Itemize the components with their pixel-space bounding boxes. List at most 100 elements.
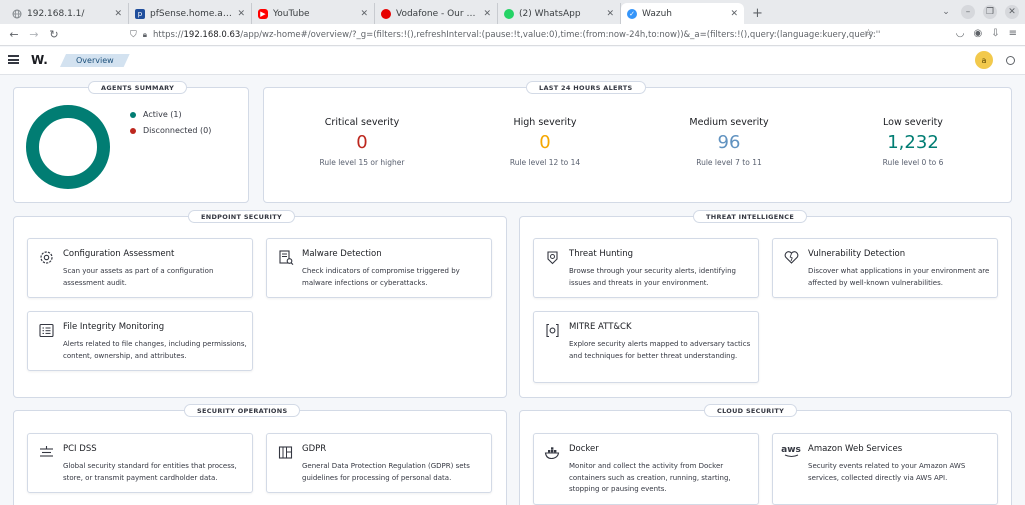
tab-title: Wazuh — [642, 8, 672, 19]
card-title: File Integrity Monitoring — [63, 322, 165, 332]
close-tab-icon[interactable]: ✕ — [237, 9, 245, 19]
pfsense-icon: p — [135, 8, 145, 19]
panel-title: CLOUD SECURITY — [704, 404, 798, 417]
stat-label: Medium severity — [689, 117, 769, 128]
card-description: Global security standard for entities th… — [63, 462, 237, 482]
card-configuration-assessment[interactable]: Configuration Assessment Scan your asset… — [27, 238, 253, 298]
close-window-icon[interactable]: ✕ — [1005, 5, 1019, 19]
medium-severity-stat[interactable]: Medium severity 96 Rule level 7 to 11 — [654, 117, 804, 167]
card-description: Monitor and collect the activity from Do… — [569, 462, 731, 493]
card-title: PCI DSS — [63, 444, 97, 454]
url-bar[interactable]: ⛉ 🔒︎ https://192.168.0.63/app/wz-home#/o… — [130, 27, 880, 43]
browser-toolbar-icons: ◡ ◉ ⇩ ≡ — [956, 28, 1017, 39]
globe-icon — [12, 9, 22, 19]
help-icon[interactable] — [1006, 56, 1015, 65]
breadcrumb[interactable]: Overview — [60, 54, 130, 67]
whatsapp-icon — [504, 8, 514, 19]
card-title: Docker — [569, 444, 599, 454]
lock-icon: 🔒︎ — [142, 30, 148, 39]
reload-icon[interactable]: ↻ — [44, 28, 64, 41]
browser-tab-router[interactable]: 192.168.1.1/ ✕ — [6, 3, 129, 24]
minimize-icon[interactable]: – — [961, 5, 975, 19]
card-docker[interactable]: Docker Monitor and collect the activity … — [533, 433, 759, 505]
stat-label: Critical severity — [324, 117, 400, 128]
tab-list-chevron-icon[interactable]: ⌄ — [939, 5, 953, 19]
card-file-integrity-monitoring[interactable]: File Integrity Monitoring Alerts related… — [27, 311, 253, 371]
window-controls: ⌄ – ❐ ✕ — [939, 5, 1019, 19]
account-icon[interactable]: ◉ — [973, 28, 982, 39]
card-title: Malware Detection — [302, 249, 382, 259]
mitre-icon — [543, 321, 561, 339]
browser-tab-pfsense[interactable]: p pfSense.home.arpa - Stat ✕ — [129, 3, 252, 24]
browser-tab-youtube[interactable]: ▶ YouTube ✕ — [252, 3, 375, 24]
bookmark-star-icon[interactable]: ☆ — [864, 28, 873, 39]
high-severity-stat[interactable]: High severity 0 Rule level 12 to 14 — [470, 117, 620, 167]
card-title: Threat Hunting — [569, 249, 634, 259]
menu-icon[interactable]: ≡ — [1009, 28, 1017, 39]
critical-severity-stat[interactable]: Critical severity 0 Rule level 15 or hig… — [287, 117, 437, 167]
legend-active-label: Active (1) — [143, 110, 182, 119]
close-tab-icon[interactable]: ✕ — [483, 9, 491, 19]
card-description: General Data Protection Regulation (GDPR… — [302, 462, 470, 482]
maximize-icon[interactable]: ❐ — [983, 5, 997, 19]
card-amazon-web-services[interactable]: aws Amazon Web Services Security events … — [772, 433, 998, 505]
card-title: Vulnerability Detection — [808, 249, 906, 259]
close-tab-icon[interactable]: ✕ — [360, 9, 368, 19]
legend-active[interactable]: Active (1) — [130, 110, 182, 119]
pocket-icon[interactable]: ◡ — [956, 28, 965, 39]
security-app-icon — [543, 248, 561, 266]
panel-title: ENDPOINT SECURITY — [188, 210, 295, 223]
card-vulnerability-detection[interactable]: Vulnerability Detection Discover what ap… — [772, 238, 998, 298]
legend-disconnected[interactable]: Disconnected (0) — [130, 126, 211, 135]
app-logo[interactable]: W. — [31, 53, 48, 67]
card-pci-dss[interactable]: PCI DSS Global security standard for ent… — [27, 433, 253, 493]
url-host: 192.168.0.63 — [183, 30, 241, 40]
card-description: Discover what applications in your envir… — [808, 267, 990, 287]
close-tab-icon[interactable]: ✕ — [114, 9, 122, 19]
stat-value[interactable]: 1,232 — [838, 132, 988, 154]
close-tab-icon[interactable]: ✕ — [730, 9, 738, 19]
card-mitre-attack[interactable]: MITRE ATT&CK Explore security alerts map… — [533, 311, 759, 383]
tab-title: pfSense.home.arpa - Stat — [150, 8, 234, 19]
low-severity-stat[interactable]: Low severity 1,232 Rule level 0 to 6 — [838, 117, 988, 167]
panel-title: AGENTS SUMMARY — [88, 81, 188, 94]
shield-icon: ⛉ — [130, 30, 137, 40]
card-description: Check indicators of compromise triggered… — [302, 267, 460, 287]
tab-title: (2) WhatsApp — [519, 8, 581, 19]
browser-tab-whatsapp[interactable]: (2) WhatsApp ✕ — [498, 3, 621, 24]
avatar[interactable]: a — [975, 51, 993, 69]
close-tab-icon[interactable]: ✕ — [606, 9, 614, 19]
docker-icon — [543, 443, 561, 461]
forward-icon[interactable]: → — [24, 28, 44, 41]
card-title: Amazon Web Services — [808, 444, 903, 454]
extensions-icon[interactable]: ⇩ — [991, 28, 999, 39]
card-description: Scan your assets as part of a configurat… — [63, 267, 214, 287]
card-threat-hunting[interactable]: Threat Hunting Browse through your secur… — [533, 238, 759, 298]
stat-sub: Rule level 15 or higher — [319, 158, 405, 167]
vodafone-icon — [381, 8, 391, 19]
tab-title: 192.168.1.1/ — [27, 8, 85, 19]
panel-title: SECURITY OPERATIONS — [184, 404, 301, 417]
aws-icon: aws — [781, 443, 801, 461]
browser-tab-vodafone[interactable]: Vodafone - Our Best Ever ✕ — [375, 3, 498, 24]
browser-tab-bar: 192.168.1.1/ ✕ p pfSense.home.arpa - Sta… — [0, 0, 1025, 24]
browser-nav-bar: ← → ↻ ⛉ 🔒︎ https://192.168.0.63/app/wz-h… — [0, 24, 1025, 46]
stat-value[interactable]: 0 — [470, 132, 620, 154]
browser-tab-wazuh[interactable]: ✓ Wazuh ✕ — [621, 3, 744, 24]
stat-value[interactable]: 96 — [654, 132, 804, 154]
heart-icon — [782, 248, 800, 266]
hamburger-menu-icon[interactable] — [8, 55, 19, 64]
app-header: W. Overview — [0, 47, 1025, 75]
agents-donut-chart[interactable] — [26, 105, 110, 189]
aws-icon-text: aws — [781, 445, 801, 455]
card-description: Alerts related to file changes, includin… — [63, 340, 247, 360]
card-description: Browse through your security alerts, ide… — [569, 267, 736, 287]
stat-value[interactable]: 0 — [287, 132, 437, 154]
back-icon[interactable]: ← — [4, 28, 24, 41]
tab-title: YouTube — [273, 8, 310, 19]
panel-title: THREAT INTELLIGENCE — [693, 210, 808, 223]
card-gdpr[interactable]: GDPR General Data Protection Regulation … — [266, 433, 492, 493]
new-tab-button[interactable]: + — [752, 6, 763, 21]
panel-title: LAST 24 HOURS ALERTS — [526, 81, 646, 94]
card-malware-detection[interactable]: Malware Detection Check indicators of co… — [266, 238, 492, 298]
